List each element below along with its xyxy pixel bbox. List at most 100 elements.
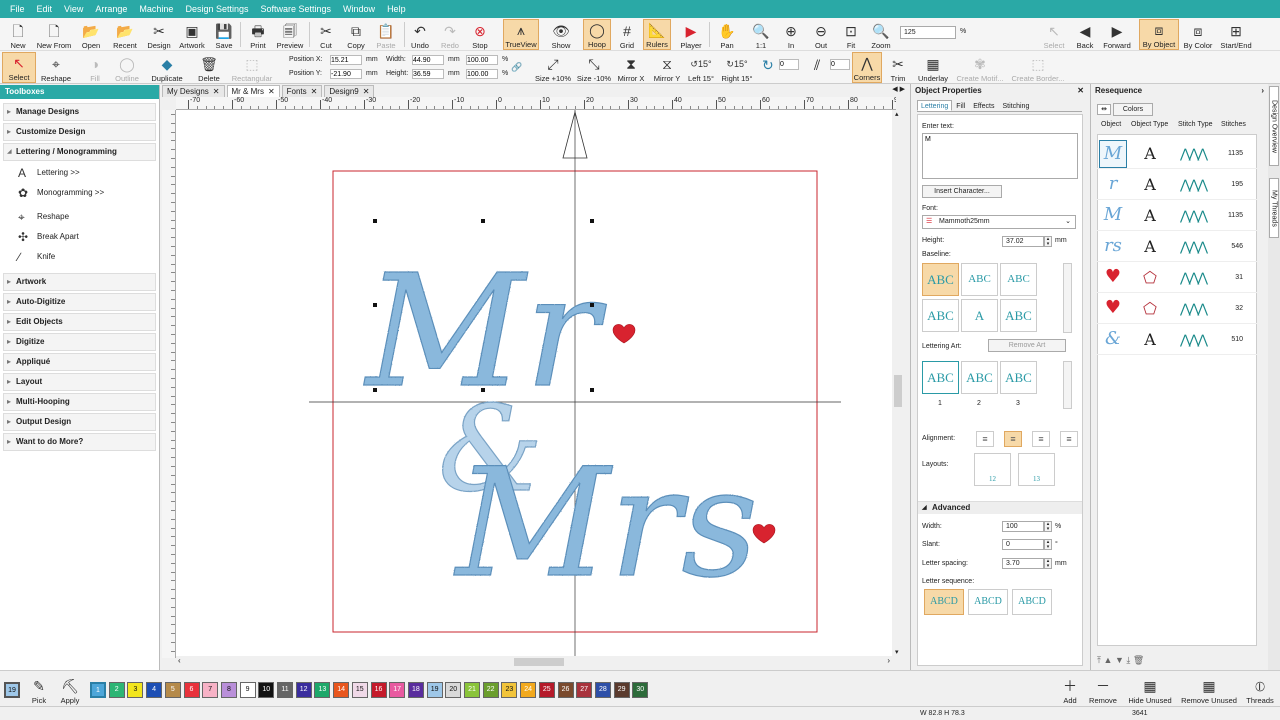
slant-angle-input[interactable]	[830, 59, 850, 70]
horizontal-scroll-thumb[interactable]	[514, 658, 564, 666]
design-canvas[interactable]: Mr & Mrs	[176, 110, 892, 656]
insert-character-button[interactable]: Insert Character...	[922, 185, 1002, 198]
print-button[interactable]: 🖶 Print	[246, 19, 270, 50]
underlay-button[interactable]: ▦ Underlay	[914, 52, 952, 83]
tab-effects[interactable]: Effects	[969, 100, 998, 111]
align-center-button[interactable]: ≡	[1004, 431, 1022, 447]
vertical-scrollbar[interactable]: ▴ ▾	[892, 110, 904, 656]
close-icon[interactable]: ✕	[363, 86, 370, 97]
height-percent-input[interactable]	[466, 69, 498, 79]
baseline-arc[interactable]: ABC	[922, 299, 959, 332]
color-swatch[interactable]: 25	[538, 682, 555, 698]
pan-button[interactable]: ✋ Pan	[714, 19, 740, 50]
color-swatch[interactable]: 26	[557, 682, 574, 698]
section-output-design[interactable]: Output Design	[3, 413, 156, 431]
color-swatch[interactable]: 16	[370, 682, 387, 698]
zoom-1to1-button[interactable]: 🔍 1:1	[748, 19, 774, 50]
tab-design-overview[interactable]: Design Overview	[1269, 86, 1279, 166]
size-up-button[interactable]: ⤢ Size +10%	[534, 52, 572, 83]
sequence-left-to-right[interactable]: ABCD	[924, 589, 964, 615]
color-swatch[interactable]: 12	[295, 682, 312, 698]
menu-arrange[interactable]: Arrange	[89, 0, 133, 18]
tool-lettering[interactable]: A Lettering >>	[0, 163, 159, 183]
zoom-fit-button[interactable]: ⊡ Fit	[838, 19, 864, 50]
section-auto-digitize[interactable]: Auto-Digitize	[3, 293, 156, 311]
move-up-icon[interactable]: ▲	[1104, 655, 1113, 665]
stop-button[interactable]: ⊗ Stop	[468, 19, 492, 50]
height-spinner[interactable]: ▴ ▾	[1044, 236, 1052, 247]
lock-aspect-icon[interactable]: 🔗	[511, 62, 522, 73]
layout-12[interactable]: 12	[974, 453, 1011, 486]
copy-button[interactable]: ⧉ Copy	[342, 19, 370, 50]
fill-button[interactable]: ◑ Fill	[84, 52, 106, 83]
color-swatch[interactable]: 13	[314, 682, 331, 698]
align-justify-button[interactable]: ≡	[1060, 431, 1078, 447]
layout-13[interactable]: 13	[1018, 453, 1055, 486]
hide-unused-button[interactable]: ▦ Hide Unused	[1124, 674, 1176, 705]
threads-button[interactable]: ⦶ Threads	[1244, 674, 1276, 705]
close-icon[interactable]: ✕	[1077, 84, 1084, 98]
color-swatch[interactable]: 29	[613, 682, 630, 698]
color-swatch[interactable]: 5	[164, 682, 181, 698]
redo-button[interactable]: ↷ Redo	[438, 19, 462, 50]
color-swatch[interactable]: 30	[632, 682, 649, 698]
vertical-scroll-thumb[interactable]	[894, 375, 902, 407]
scroll-down-icon[interactable]: ▾	[895, 648, 899, 656]
baseline-wave[interactable]: ABC	[1000, 299, 1037, 332]
zoom-in-button[interactable]: ⊕ In	[778, 19, 804, 50]
section-want-to-do-more[interactable]: Want to do More?	[3, 433, 156, 451]
close-icon[interactable]: ✕	[311, 86, 318, 97]
create-border-button[interactable]: ⬚ Create Border...	[1010, 52, 1066, 83]
color-swatch[interactable]: 15	[351, 682, 368, 698]
tab-lettering[interactable]: Lettering	[917, 100, 953, 111]
rotate-right-button[interactable]: ↻15° Right 15°	[720, 52, 754, 83]
letter-height-input[interactable]: 37.02	[1002, 236, 1044, 247]
zoom-out-button[interactable]: ⊖ Out	[808, 19, 834, 50]
advanced-section-header[interactable]: ◢ Advanced	[918, 501, 1082, 514]
trim-button[interactable]: ✂ Trim	[886, 52, 910, 83]
tab-scroll-arrows[interactable]: ◀ ▶	[892, 85, 905, 93]
baseline-scrollbar[interactable]	[1063, 263, 1072, 333]
mirror-y-button[interactable]: ⧖ Mirror Y	[650, 52, 684, 83]
resequence-row[interactable]: & A ⋀⋀⋀ 510	[1097, 325, 1257, 355]
color-swatch[interactable]: 9	[239, 682, 256, 698]
resequence-row[interactable]: r A ⋀⋀⋀ 195	[1097, 170, 1257, 200]
color-swatch[interactable]: 2	[108, 682, 125, 698]
size-down-button[interactable]: ⤡ Size -10%	[576, 52, 612, 83]
pick-button[interactable]: ✎ Pick	[28, 674, 50, 705]
artwork-button[interactable]: ▣ Artwork	[176, 19, 208, 50]
horizontal-scrollbar[interactable]: ‹ ›	[176, 656, 892, 668]
scroll-left-icon[interactable]: ‹	[178, 656, 181, 665]
baseline-vertical[interactable]: A	[961, 299, 998, 332]
design-button[interactable]: ✂ Design	[144, 19, 174, 50]
cut-button[interactable]: ✂ Cut	[314, 19, 338, 50]
section-multi-hooping[interactable]: Multi-Hooping	[3, 393, 156, 411]
resequence-row[interactable]: ♥ ⬠ ⋀⋀⋀ 31	[1097, 263, 1257, 293]
slant-spinner[interactable]: ▴ ▾	[1044, 539, 1052, 550]
baseline-straight[interactable]: ABC	[922, 263, 959, 296]
tab-design9[interactable]: Design9 ✕	[324, 85, 375, 97]
close-icon[interactable]: ✕	[213, 86, 220, 97]
lettering-art-scrollbar[interactable]	[1063, 361, 1072, 409]
remove-color-button[interactable]: － Remove	[1086, 674, 1120, 705]
rectangular-button[interactable]: ⬚ Rectangular	[228, 52, 276, 83]
outline-button[interactable]: ◯ Outline	[112, 52, 142, 83]
menu-window[interactable]: Window	[337, 0, 381, 18]
current-color[interactable]: 19	[4, 682, 20, 698]
show-button[interactable]: 👁 Show	[545, 19, 577, 50]
tab-my-threads[interactable]: My Threads	[1269, 178, 1279, 238]
trueview-button[interactable]: ⩚ TrueView	[503, 19, 539, 50]
width-input[interactable]	[412, 55, 444, 65]
section-digitize[interactable]: Digitize	[3, 333, 156, 351]
rotate-left-button[interactable]: ↺15° Left 15°	[686, 52, 716, 83]
remove-art-button[interactable]: Remove Art	[988, 339, 1066, 352]
player-button[interactable]: ▶ Player	[677, 19, 705, 50]
width-spinner[interactable]: ▴ ▾	[1044, 521, 1052, 532]
sequence-center-out[interactable]: ABCD	[968, 589, 1008, 615]
undo-button[interactable]: ↶ Undo	[408, 19, 432, 50]
spacing-spinner[interactable]: ▴ ▾	[1044, 558, 1052, 569]
section-applique[interactable]: Appliqué	[3, 353, 156, 371]
section-artwork[interactable]: Artwork	[3, 273, 156, 291]
color-swatch[interactable]: 22	[482, 682, 499, 698]
resequence-row[interactable]: rs A ⋀⋀⋀ 546	[1097, 232, 1257, 262]
